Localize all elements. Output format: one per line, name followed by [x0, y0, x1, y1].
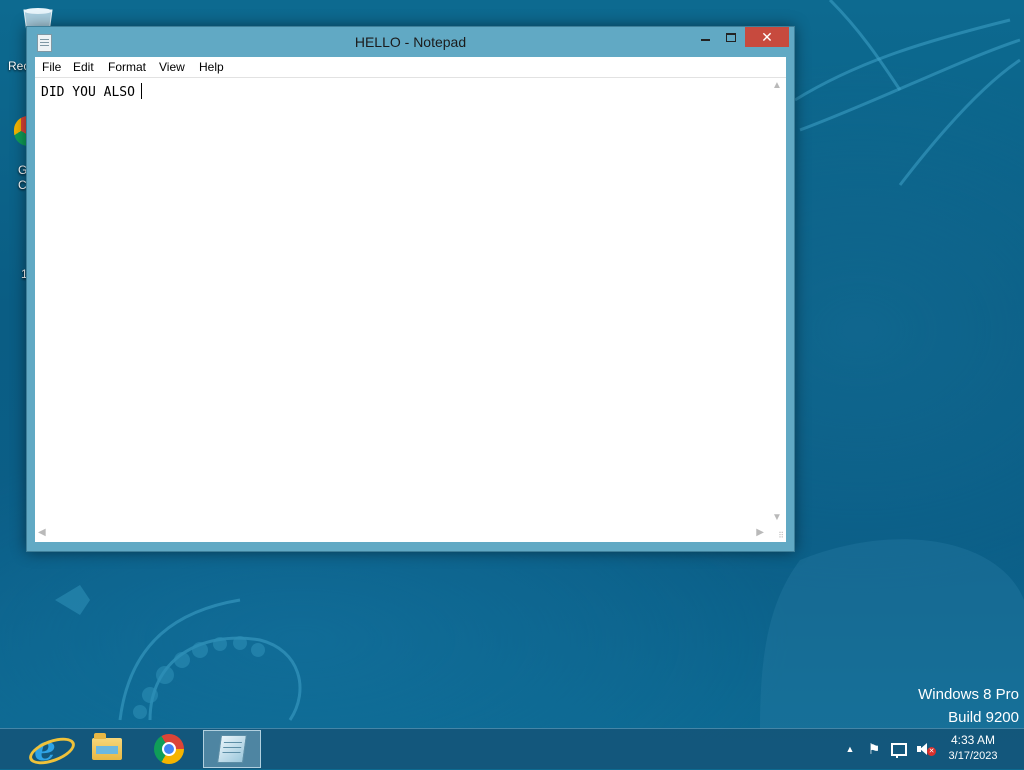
internet-explorer-icon: e	[25, 732, 79, 770]
scroll-right-icon[interactable]: ▶	[756, 527, 764, 538]
taskbar: e ▲ ⚑ ✕ 4:33 AM 3/17/2023	[0, 728, 1024, 770]
editor-content[interactable]: DID YOU ALSO	[41, 83, 142, 100]
volume-muted-icon: ✕	[917, 743, 936, 756]
clock-time: 4:33 AM	[950, 733, 996, 747]
close-icon: ✕	[761, 28, 773, 45]
minimize-icon	[700, 39, 710, 41]
scroll-down-icon[interactable]: ▼	[772, 512, 782, 523]
text-caret	[140, 83, 142, 99]
windows-build-watermark: Build 9200	[948, 709, 1019, 726]
volume-button[interactable]: ✕	[913, 729, 936, 769]
menu-edit[interactable]: Edit	[73, 60, 94, 74]
document-text: DID YOU ALSO	[41, 85, 135, 100]
title-bar[interactable]: HELLO - Notepad ✕	[27, 27, 794, 57]
maximize-icon	[726, 32, 736, 42]
taskbar-internet-explorer[interactable]: e	[16, 730, 79, 770]
chrome-icon	[154, 734, 184, 764]
show-hidden-icons-button[interactable]: ▲	[843, 729, 857, 769]
notepad-window[interactable]: HELLO - Notepad ✕ File Edit Format View …	[26, 26, 795, 552]
menu-file[interactable]: File	[42, 60, 61, 74]
text-editor[interactable]: DID YOU ALSO	[35, 78, 768, 525]
chevron-up-icon: ▲	[845, 744, 855, 754]
folder-icon	[92, 733, 122, 760]
close-button[interactable]: ✕	[745, 27, 789, 47]
windows-edition-watermark: Windows 8 Pro	[918, 686, 1019, 703]
system-clock[interactable]: 4:33 AM 3/17/2023	[940, 733, 1006, 762]
menu-help[interactable]: Help	[199, 60, 224, 74]
resize-grip[interactable]: ⠿	[768, 525, 786, 542]
resize-grip-icon: ⠿	[778, 531, 784, 540]
menu-view[interactable]: View	[159, 60, 185, 74]
clock-date: 3/17/2023	[948, 750, 998, 762]
scroll-up-icon[interactable]: ▲	[772, 80, 782, 91]
menu-format[interactable]: Format	[108, 60, 146, 74]
flag-icon: ⚑	[867, 740, 881, 757]
vertical-scrollbar[interactable]: ▲ ▼	[768, 78, 786, 525]
maximize-button[interactable]	[717, 27, 745, 47]
taskbar-file-explorer[interactable]	[78, 730, 136, 768]
notepad-icon	[217, 735, 247, 763]
horizontal-scrollbar[interactable]: ◀ ▶	[35, 525, 768, 542]
scroll-left-icon[interactable]: ◀	[38, 527, 46, 538]
menu-bar: File Edit Format View Help	[35, 57, 786, 78]
taskbar-notepad[interactable]	[203, 730, 261, 768]
network-icon	[891, 742, 907, 758]
window-title: HELLO - Notepad	[354, 34, 467, 50]
minimize-button[interactable]	[691, 27, 719, 47]
taskbar-chrome[interactable]	[140, 730, 198, 768]
action-center-button[interactable]: ⚑	[864, 729, 884, 769]
network-button[interactable]	[889, 729, 909, 769]
